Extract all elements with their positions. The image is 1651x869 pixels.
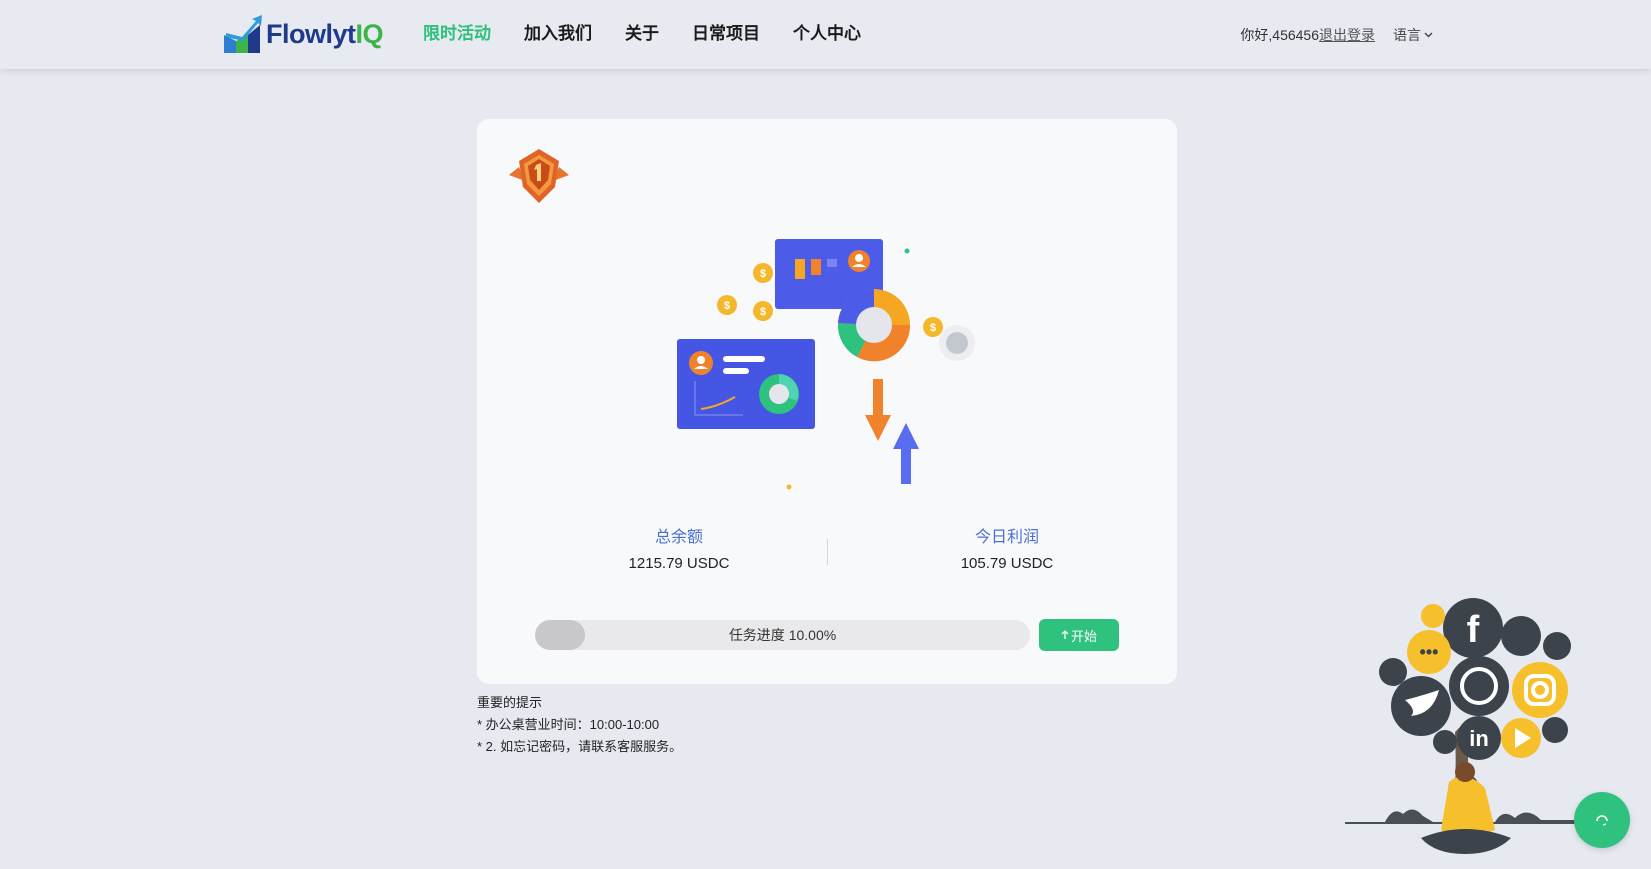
nav-item-about[interactable]: 关于	[625, 22, 659, 46]
top-header: FlowlytIQ 限时活动 加入我们 关于 日常项目 个人中心 你好,4564…	[0, 0, 1651, 69]
svg-text:$: $	[760, 306, 766, 318]
user-greeting: 你好,456456	[1240, 27, 1319, 43]
stats-divider	[827, 539, 828, 565]
logo-text: FlowlytIQ	[266, 18, 384, 49]
headset-icon	[1596, 815, 1608, 826]
notices-title: 重要的提示	[477, 695, 543, 710]
task-progress-row: 任务进度 10.00% 开始	[535, 619, 1121, 651]
nav-item-personal-center[interactable]: 个人中心	[793, 22, 861, 46]
finance-illustration: $ $ $ $	[677, 239, 975, 490]
svg-text:•••: •••	[1420, 642, 1439, 662]
start-button-label: 开始	[1070, 628, 1097, 644]
main-nav: 限时活动 加入我们 关于 日常项目 个人中心	[423, 22, 894, 46]
customer-support-button[interactable]	[1574, 792, 1630, 848]
nav-item-join-us[interactable]: 加入我们	[524, 22, 592, 46]
svg-text:f: f	[1467, 609, 1480, 651]
today-profit-value: 105.79 USDC	[960, 555, 1054, 572]
language-selector[interactable]: 语言	[1393, 25, 1433, 45]
progress-label: 任务进度 10.00%	[728, 627, 837, 643]
social-media-illustration: f ••• in	[1345, 598, 1575, 854]
svg-text:$: $	[930, 322, 936, 334]
rank-badge-icon	[509, 149, 569, 203]
start-button[interactable]: 开始	[1039, 619, 1119, 651]
today-profit-label: 今日利润	[974, 529, 1039, 546]
today-profit: 今日利润 105.79 USDC	[882, 527, 1132, 574]
chevron-down-icon	[1424, 32, 1433, 38]
svg-text:$: $	[724, 300, 730, 312]
nav-item-daily-projects[interactable]: 日常项目	[692, 22, 760, 46]
total-balance: 总余额 1215.79 USDC	[554, 527, 804, 574]
svg-text:$: $	[760, 268, 766, 280]
user-area: 你好,456456 退出登录 语言	[1240, 25, 1433, 45]
logout-link[interactable]: 退出登录	[1319, 25, 1375, 45]
brand-logo[interactable]: FlowlytIQ	[222, 14, 384, 54]
nav-item-limited-activity[interactable]: 限时活动	[423, 22, 491, 46]
total-balance-value: 1215.79 USDC	[628, 555, 730, 572]
svg-text:in: in	[1469, 726, 1489, 751]
balance-stats: 总余额 1215.79 USDC 今日利润 105.79 USDC	[477, 527, 1177, 587]
notice-item: * 办公桌营业时间：10:00-10:00	[477, 717, 660, 732]
task-card: $ $ $ $ 总余额 1215.79 USDC 今日利润 105.79 USD…	[477, 119, 1177, 684]
important-notices: 重要的提示 * 办公桌营业时间：10:00-10:00 * 2. 如忘记密码，请…	[477, 692, 682, 758]
language-label: 语言	[1393, 27, 1421, 43]
logo-arrow-icon	[224, 15, 262, 53]
arrow-up-icon	[1061, 630, 1069, 639]
notice-item: * 2. 如忘记密码，请联系客服服务。	[477, 739, 683, 754]
total-balance-label: 总余额	[654, 529, 703, 546]
progress-bar: 任务进度 10.00%	[535, 620, 1030, 650]
